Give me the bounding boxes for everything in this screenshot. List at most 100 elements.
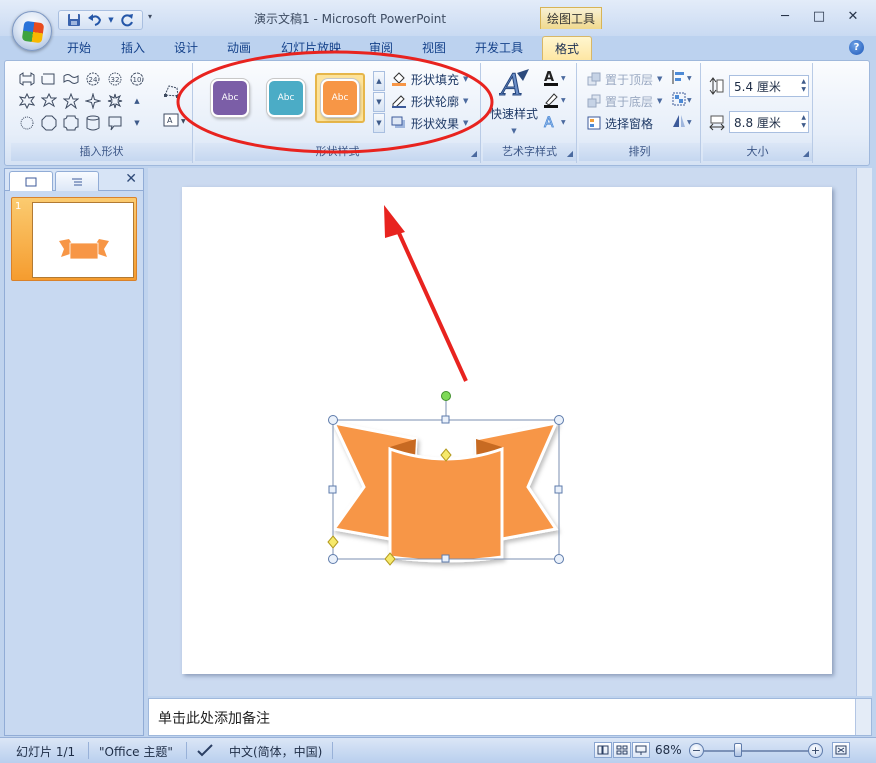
- more-shapes-scroll-up-icon[interactable]: ▲: [127, 91, 147, 111]
- zoom-level[interactable]: 68%: [655, 743, 682, 757]
- explosion-icon[interactable]: [105, 91, 125, 111]
- spellcheck-icon[interactable]: [196, 743, 214, 760]
- shape-style-orange[interactable]: Abc: [315, 73, 365, 123]
- wordart-styles-label: 艺术字样式: [483, 143, 576, 161]
- gallery-scroll-up-icon[interactable]: ▲: [373, 71, 385, 91]
- office-button[interactable]: [12, 11, 52, 51]
- plaque-icon[interactable]: [61, 113, 81, 133]
- shape-effects-button[interactable]: 形状效果 ▼: [391, 113, 468, 133]
- tab-developer[interactable]: 开发工具: [475, 39, 523, 56]
- star-5-icon[interactable]: [61, 91, 81, 111]
- edit-shape-icon[interactable]: [163, 83, 181, 102]
- shape-effects-icon: [391, 116, 405, 128]
- customize-qat-icon[interactable]: ▾: [148, 12, 152, 21]
- minimize-icon[interactable]: ─: [768, 4, 802, 28]
- notes-pane[interactable]: 单击此处添加备注: [148, 698, 872, 736]
- align-icon[interactable]: ▼: [671, 69, 695, 88]
- rotate-icon[interactable]: ▼: [671, 113, 695, 132]
- seal-icon[interactable]: [17, 113, 37, 133]
- vertical-scrollbar[interactable]: [856, 168, 872, 696]
- text-outline-icon[interactable]: ▼: [543, 91, 569, 112]
- text-fill-icon[interactable]: A ▼: [543, 69, 569, 90]
- tab-review[interactable]: 审阅: [369, 39, 393, 56]
- shape-fill-button[interactable]: 形状填充 ▼: [391, 69, 468, 89]
- scroll-shape-icon[interactable]: [39, 69, 59, 89]
- resize-handle-se[interactable]: [554, 554, 564, 564]
- star-24-icon[interactable]: 24: [83, 69, 103, 89]
- star-32-icon[interactable]: 32: [105, 69, 125, 89]
- resize-handle-n[interactable]: [441, 415, 450, 424]
- star-8-icon[interactable]: [17, 91, 37, 111]
- shape-width-input[interactable]: 8.8 厘米 ▲ ▼: [729, 111, 809, 133]
- resize-handle-s[interactable]: [441, 554, 450, 563]
- close-icon[interactable]: ✕: [836, 4, 870, 28]
- undo-dropdown-icon[interactable]: ▼: [107, 12, 115, 28]
- close-pane-icon[interactable]: ✕: [125, 171, 137, 187]
- svg-text:▼: ▼: [687, 119, 692, 126]
- fit-to-window-icon[interactable]: [832, 742, 850, 758]
- wave-banner-icon[interactable]: [61, 69, 81, 89]
- tab-slideshow[interactable]: 幻灯片放映: [281, 39, 341, 56]
- gallery-more-icon[interactable]: ▼: [373, 113, 385, 133]
- star-6-icon[interactable]: [39, 91, 59, 111]
- wordart-launcher-icon[interactable]: ◢: [567, 149, 573, 158]
- notes-scrollbar[interactable]: [855, 699, 871, 735]
- rotate-handle-icon[interactable]: [441, 391, 451, 401]
- zoom-slider[interactable]: [704, 750, 808, 752]
- quick-styles-button[interactable]: 快速样式 ▼: [489, 105, 539, 136]
- selection-pane-button[interactable]: 选择窗格: [587, 113, 653, 133]
- star-10-icon[interactable]: 10: [127, 69, 147, 89]
- tab-home[interactable]: 开始: [67, 39, 91, 56]
- resize-handle-e[interactable]: [554, 485, 563, 494]
- redo-icon[interactable]: [118, 12, 136, 28]
- bring-to-front-button[interactable]: 置于顶层 ▼: [587, 69, 662, 89]
- slide-canvas[interactable]: [182, 187, 832, 674]
- slide-thumbnail-selected[interactable]: 1: [11, 197, 137, 281]
- maximize-icon[interactable]: □: [802, 4, 836, 28]
- ribbon-shape-icon[interactable]: [17, 69, 37, 89]
- shape-height-input[interactable]: 5.4 厘米 ▲ ▼: [729, 75, 809, 97]
- save-icon[interactable]: [65, 12, 83, 28]
- outline-tab[interactable]: [55, 171, 99, 191]
- language-indicator[interactable]: 中文(简体，中国): [229, 743, 322, 760]
- shape-outline-button[interactable]: 形状轮廓 ▼: [391, 91, 468, 111]
- theme-name[interactable]: "Office 主题": [99, 743, 173, 760]
- shape-styles-launcher-icon[interactable]: ◢: [471, 149, 477, 158]
- tab-insert[interactable]: 插入: [121, 39, 145, 56]
- slides-tab[interactable]: [9, 171, 53, 191]
- resize-handle-nw[interactable]: [328, 415, 338, 425]
- shape-style-purple[interactable]: Abc: [205, 73, 255, 123]
- text-box-icon[interactable]: A ▼: [163, 113, 187, 130]
- undo-icon[interactable]: [86, 12, 104, 28]
- zoom-in-icon[interactable]: +: [808, 743, 823, 758]
- adjust-handle-left[interactable]: [327, 535, 339, 549]
- send-to-back-button[interactable]: 置于底层 ▼: [587, 91, 662, 111]
- gallery-scroll-down-icon[interactable]: ▼: [373, 92, 385, 112]
- resize-handle-w[interactable]: [328, 485, 337, 494]
- shape-styles-label: 形状样式: [195, 143, 480, 161]
- height-spinner-icon[interactable]: ▲ ▼: [801, 78, 806, 94]
- can-icon[interactable]: [83, 113, 103, 133]
- normal-view-icon[interactable]: [594, 742, 612, 758]
- resize-handle-sw[interactable]: [328, 554, 338, 564]
- banner-shape[interactable]: [182, 187, 832, 674]
- resize-handle-ne[interactable]: [554, 415, 564, 425]
- callout-icon[interactable]: [105, 113, 125, 133]
- slideshow-view-icon[interactable]: [632, 742, 650, 758]
- shape-style-teal[interactable]: Abc: [261, 73, 311, 123]
- tab-view[interactable]: 视图: [422, 39, 446, 56]
- group-icon[interactable]: ▼: [671, 91, 695, 110]
- tab-animations[interactable]: 动画: [227, 39, 251, 56]
- zoom-slider-thumb[interactable]: [733, 743, 742, 757]
- zoom-out-icon[interactable]: −: [689, 743, 704, 758]
- slide-sorter-view-icon[interactable]: [613, 742, 631, 758]
- tab-design[interactable]: 设计: [174, 39, 198, 56]
- text-effects-icon[interactable]: A ▼: [543, 113, 569, 134]
- help-icon[interactable]: ?: [849, 40, 864, 55]
- more-shapes-dropdown-icon[interactable]: ▼: [127, 113, 147, 133]
- star-4-icon[interactable]: [83, 91, 103, 111]
- width-spinner-icon[interactable]: ▲ ▼: [801, 114, 806, 130]
- octagon-icon[interactable]: [39, 113, 59, 133]
- tab-format[interactable]: 格式: [542, 36, 593, 62]
- size-launcher-icon[interactable]: ◢: [803, 149, 809, 158]
